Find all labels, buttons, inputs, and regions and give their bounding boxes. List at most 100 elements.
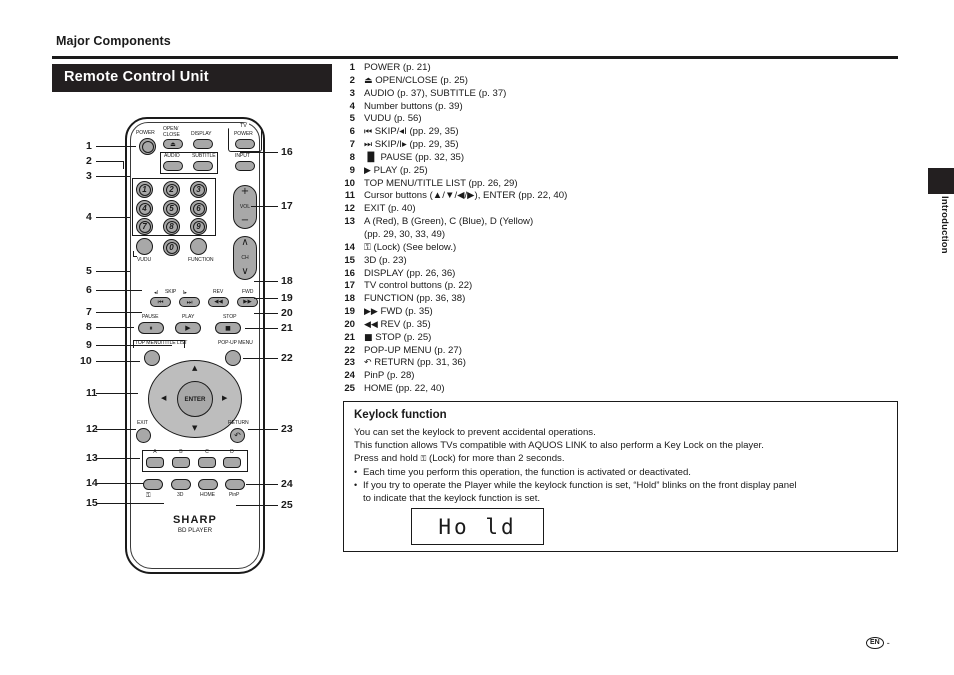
color-button-c[interactable] xyxy=(198,457,216,468)
audio-button[interactable] xyxy=(163,161,183,171)
keylock-bullet-2-line-2: to indicate that the keylock function is… xyxy=(363,493,541,505)
callout-17: 17 xyxy=(281,200,293,212)
vudu-button[interactable] xyxy=(136,238,153,255)
number-button-1[interactable]: 1 xyxy=(136,181,153,198)
color-button-a[interactable] xyxy=(146,457,164,468)
legend-item-number: 5 xyxy=(349,113,355,125)
legend-item-number: 10 xyxy=(344,177,355,189)
callout-13-leader xyxy=(96,458,140,460)
skip-next-icon: ⏭ xyxy=(186,297,193,306)
number-button-4[interactable]: 4 xyxy=(136,200,153,217)
legend-item-text: A (Red), B (Green), C (Blue), D (Yellow) xyxy=(355,216,533,229)
tv-input-label: INPUT xyxy=(235,153,250,159)
pinp-button[interactable] xyxy=(225,479,245,490)
number-button-5[interactable]: 5 xyxy=(163,200,180,217)
open-close-button[interactable]: ⏏ xyxy=(163,139,183,149)
legend-item-13: 13 A (Red), B (Green), C (Blue), D (Yello… xyxy=(340,216,640,229)
callout-6: 6 xyxy=(86,284,92,296)
cursor-pad[interactable]: ▲ ▼ ◀ ▶ ENTER xyxy=(148,360,242,438)
legend-item-6: 6 ⏮ SKIP/◂I (pp. 29, 35) xyxy=(340,126,640,139)
skip-next-button[interactable]: ⏭ xyxy=(179,297,200,307)
chevron-up-icon: ∧ xyxy=(241,237,249,248)
callout-2-leader-v xyxy=(123,161,125,169)
callout-5-leader xyxy=(96,271,130,273)
power-button-inner xyxy=(141,140,154,153)
cursor-right-icon[interactable]: ▶ xyxy=(222,394,227,402)
number-button-8[interactable]: 8 xyxy=(163,218,180,235)
keylock-line-3-post: (Lock) for more than 2 seconds. xyxy=(426,453,565,465)
callout-5: 5 xyxy=(86,265,92,277)
legend-item-label: TOP MENU/TITLE LIST (pp. 26, 29) xyxy=(364,177,518,189)
legend-item-18: 18 FUNCTION (pp. 36, 38) xyxy=(340,293,640,306)
legend-item-16: 16 DISPLAY (pp. 26, 36) xyxy=(340,268,640,281)
legend-item-label: PLAY (p. 25) xyxy=(373,164,428,176)
lock-button[interactable] xyxy=(143,479,163,490)
number-button-3[interactable]: 3 xyxy=(190,181,207,198)
three-d-button[interactable] xyxy=(171,479,191,490)
color-button-b[interactable] xyxy=(172,457,190,468)
return-button[interactable]: ↶ xyxy=(230,428,245,443)
tv-input-button[interactable] xyxy=(235,161,255,171)
legend-item-text: FUNCTION (pp. 36, 38) xyxy=(355,293,465,306)
legend-item-glyph-icon: ⚿ xyxy=(364,242,371,253)
play-button[interactable]: ▶ xyxy=(175,322,201,334)
callout-7-leader xyxy=(96,312,142,314)
legend-item-19: 19 ▶▶ FWD (p. 35) xyxy=(340,306,640,319)
legend-item-text: ◀◀ REV (p. 35) xyxy=(355,319,431,332)
callout-8-leader xyxy=(96,327,134,329)
stop-button[interactable]: ■ xyxy=(215,322,241,334)
skip-previous-button[interactable]: ⏮ xyxy=(150,297,171,307)
legend-item-3: 3 AUDIO (p. 37), SUBTITLE (p. 37) xyxy=(340,88,640,101)
callout-21-leader xyxy=(245,328,278,330)
callout-3: 3 xyxy=(86,170,92,182)
legend-item-24: 24 PinP (p. 28) xyxy=(340,370,640,383)
display-button[interactable] xyxy=(193,139,213,149)
function-label: FUNCTION xyxy=(188,257,214,263)
number-button-9[interactable]: 9 xyxy=(190,218,207,235)
tv-channel-rocker[interactable]: ∧ CH ∨ xyxy=(233,236,257,280)
fast-forward-icon: ▶▶ xyxy=(243,299,252,305)
title-divider xyxy=(52,56,898,59)
rev-button[interactable]: ◀◀ xyxy=(208,297,229,307)
callout-20: 20 xyxy=(281,307,293,319)
popup-menu-label: POP-UP MENU xyxy=(218,340,253,346)
legend-item-number: 11 xyxy=(344,190,355,202)
enter-button[interactable]: ENTER xyxy=(177,381,213,417)
callout-24-leader xyxy=(246,484,278,486)
cursor-left-icon[interactable]: ◀ xyxy=(161,394,166,402)
audio-label: AUDIO xyxy=(164,153,180,159)
legend-item-text: ▐▌ PAUSE (pp. 32, 35) xyxy=(355,152,464,165)
legend-item-number: 9 xyxy=(349,164,355,176)
legend-item-number: 4 xyxy=(349,100,355,112)
number-button-7[interactable]: 7 xyxy=(136,218,153,235)
skip-label: SKIP xyxy=(165,289,177,295)
pause-button[interactable]: ⏸ xyxy=(138,322,164,334)
color-button-c-label: C xyxy=(205,449,209,455)
subtitle-button[interactable] xyxy=(193,161,213,171)
legend-item-2: 2 ⏏ OPEN/CLOSE (p. 25) xyxy=(340,75,640,88)
keylock-bullet-2-text: If you try to operate the Player while t… xyxy=(363,479,890,505)
skip-next-label: I▸ xyxy=(183,290,187,296)
eject-icon: ⏏ xyxy=(170,140,176,148)
home-button[interactable] xyxy=(198,479,218,490)
cursor-up-icon[interactable]: ▲ xyxy=(192,364,197,372)
callout-4-leader xyxy=(96,217,130,219)
three-d-label: 3D xyxy=(177,492,184,498)
number-button-0[interactable]: 0 xyxy=(163,239,180,256)
legend-item-text: PinP (p. 28) xyxy=(355,370,414,383)
number-button-2[interactable]: 2 xyxy=(163,181,180,198)
tv-power-button[interactable] xyxy=(235,139,255,149)
lock-icon: ⚿ xyxy=(146,492,151,499)
exit-button[interactable] xyxy=(136,428,151,443)
color-button-d[interactable] xyxy=(223,457,241,468)
legend-item-number: 24 xyxy=(344,370,355,382)
keylock-body: You can set the keylock to prevent accid… xyxy=(354,426,890,505)
function-button[interactable] xyxy=(190,238,207,255)
callout-23: 23 xyxy=(281,423,293,435)
pinp-label: PinP xyxy=(229,492,240,498)
callout-16: 16 xyxy=(281,146,293,158)
number-button-6[interactable]: 6 xyxy=(190,200,207,217)
keylock-bullet-1: • Each time you perform this operation, … xyxy=(354,466,890,479)
cursor-down-icon[interactable]: ▼ xyxy=(192,424,197,432)
bullet-dot-icon: • xyxy=(354,466,358,477)
